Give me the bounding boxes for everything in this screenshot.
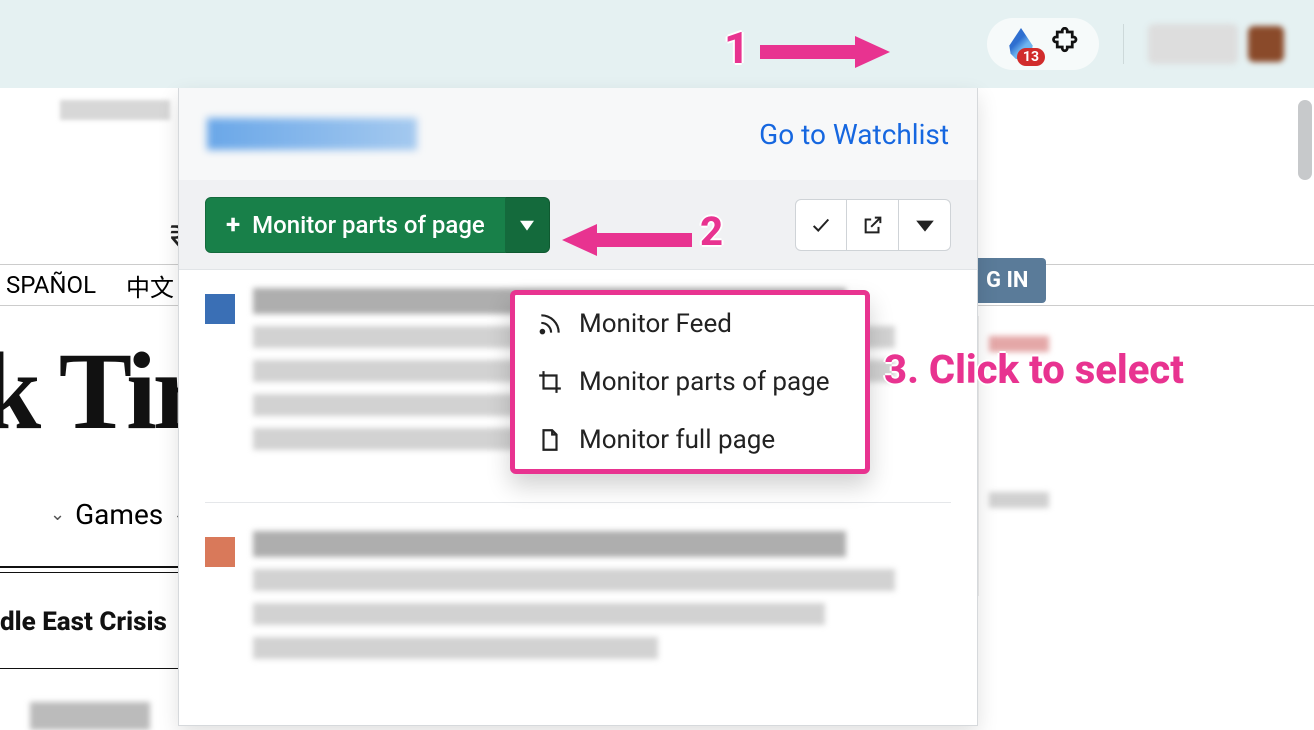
crop-icon <box>537 369 563 395</box>
feed-color-swatch <box>205 294 235 324</box>
nav-item-label: Games <box>75 498 163 531</box>
action-button-group <box>795 199 951 251</box>
toolbar-divider <box>1123 24 1124 64</box>
dropdown-item-label: Monitor full page <box>579 425 775 455</box>
scrollbar-thumb[interactable] <box>1298 100 1312 180</box>
dropdown-item-label: Monitor Feed <box>579 309 732 339</box>
plus-icon: + <box>226 210 240 240</box>
dropdown-item-monitor-full[interactable]: Monitor full page <box>515 411 865 469</box>
blurred-toolbar-item <box>1148 24 1238 64</box>
blurred-content <box>989 492 1049 508</box>
profile-avatar[interactable] <box>1248 26 1284 62</box>
annotation-step-3: 3. Click to select <box>884 346 1184 393</box>
annotation-arrow-2 <box>562 220 692 260</box>
more-dropdown-button[interactable] <box>899 199 951 251</box>
chevron-down-icon: ⌄ <box>50 504 65 525</box>
blurred-content <box>60 100 170 120</box>
nav-item-games[interactable]: ⌄ Games ⌄ <box>0 498 180 531</box>
popup-header: Go to Watchlist <box>179 88 977 180</box>
divider <box>205 502 951 503</box>
browser-toolbar: 13 <box>0 0 1314 88</box>
distill-extension-icon[interactable]: 13 <box>1005 26 1037 62</box>
check-button[interactable] <box>795 199 847 251</box>
login-button-fragment[interactable]: G IN <box>968 258 1046 303</box>
monitor-dropdown-menu: Monitor Feed Monitor parts of page Monit… <box>510 290 870 474</box>
extensions-icon[interactable] <box>1051 27 1081 61</box>
lang-item-chinese[interactable]: 中文 <box>126 268 174 303</box>
lang-item-spanish[interactable]: SPAÑOL <box>6 271 96 299</box>
extensions-pill: 13 <box>987 18 1099 70</box>
headline-fragment[interactable]: dle East Crisis <box>0 608 175 638</box>
rss-icon <box>537 311 563 337</box>
annotation-step-2: 2 <box>700 208 723 255</box>
file-icon <box>537 427 563 453</box>
feed-color-swatch <box>205 537 235 567</box>
blurred-title <box>207 118 417 150</box>
monitor-parts-button[interactable]: + Monitor parts of page <box>205 197 506 253</box>
page-logo-fragment: k Tir <box>0 328 197 455</box>
monitor-button-group: + Monitor parts of page <box>205 197 550 253</box>
blurred-content <box>30 702 150 730</box>
monitor-dropdown-toggle[interactable] <box>506 197 550 253</box>
annotation-step-1: 1 <box>724 22 749 74</box>
monitor-button-label: Monitor parts of page <box>252 211 485 239</box>
dropdown-item-monitor-parts[interactable]: Monitor parts of page <box>515 353 865 411</box>
blurred-content <box>253 531 951 671</box>
notification-badge: 13 <box>1017 48 1045 66</box>
dropdown-item-label: Monitor parts of page <box>579 367 830 397</box>
go-to-watchlist-link[interactable]: Go to Watchlist <box>759 118 949 151</box>
annotation-arrow-1 <box>760 32 890 72</box>
open-external-button[interactable] <box>847 199 899 251</box>
feed-item[interactable] <box>205 531 951 671</box>
dropdown-item-monitor-feed[interactable]: Monitor Feed <box>515 295 865 353</box>
